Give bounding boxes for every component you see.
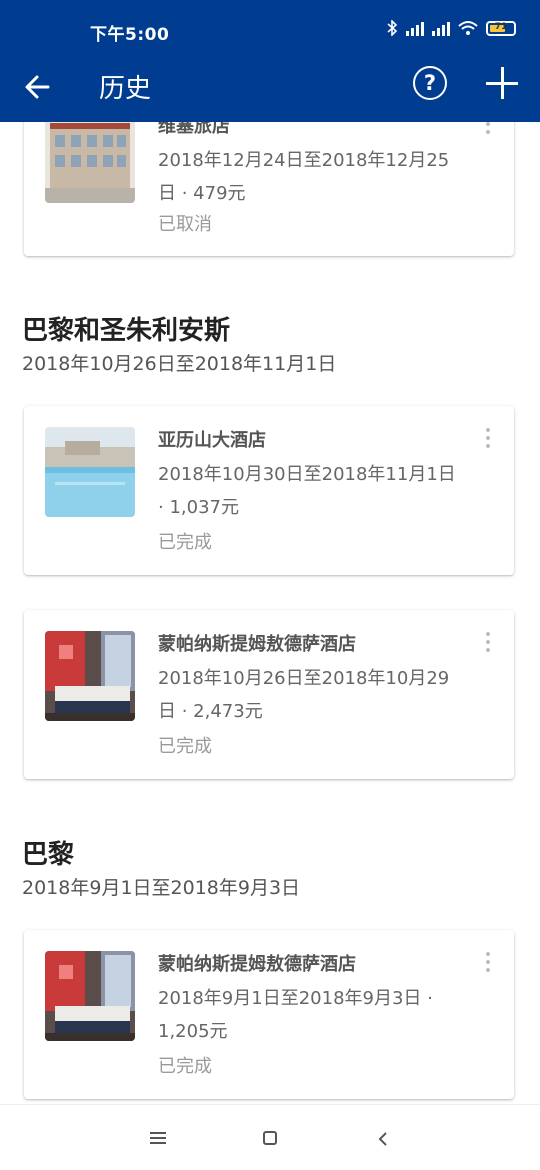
battery-icon: 71 — [486, 20, 516, 36]
bluetooth-icon — [386, 19, 398, 37]
booking-status: 已完成 — [158, 1056, 212, 1077]
hotel-image-building — [45, 113, 135, 203]
top-bar: 下午5:00 71 历史 ? — [0, 0, 540, 122]
app-bar: 历史 ? — [0, 62, 540, 122]
hotel-name: 蒙帕纳斯提姆敖德萨酒店 — [158, 954, 356, 975]
trip-title: 巴黎 — [22, 840, 75, 870]
hotel-image-pool — [45, 427, 135, 517]
arrow-left-icon[interactable] — [22, 66, 56, 106]
trip-dates: 2018年10月26日至2018年11月1日 — [22, 353, 337, 375]
booking-dates-price: 2018年10月30日至2018年11月1日 · 1,037元 — [158, 464, 456, 518]
booking-dates-price: 2018年10月26日至2018年10月29日 · 2,473元 — [158, 668, 450, 722]
booking-dates-price: 2018年12月24日至2018年12月25日 · 479元 — [158, 150, 450, 204]
booking-status: 已完成 — [158, 736, 212, 757]
help-icon[interactable]: ? — [413, 66, 447, 100]
back-chevron-icon[interactable] — [376, 1131, 390, 1147]
hotel-name: 蒙帕纳斯提姆敖德萨酒店 — [158, 634, 356, 655]
signal-hd-icon — [406, 20, 424, 36]
hotel-name: 亚历山大酒店 — [158, 430, 266, 451]
signal-icon — [432, 20, 450, 36]
more-options-icon[interactable] — [482, 952, 494, 976]
hotel-image-room — [45, 631, 135, 721]
status-bar: 下午5:00 71 — [0, 0, 540, 62]
trip-title: 巴黎和圣朱利安斯 — [22, 316, 231, 346]
battery-level: 71 — [494, 21, 508, 32]
booking-status: 已取消 — [158, 214, 212, 235]
menu-icon[interactable] — [150, 1132, 166, 1144]
booking-card[interactable]: 蒙帕纳斯提姆敖德萨酒店 2018年9月1日至2018年9月3日 · 1,205元… — [24, 930, 514, 1099]
plus-icon[interactable] — [484, 64, 520, 102]
history-list[interactable]: 维塞旅店 2018年12月24日至2018年12月25日 · 479元 已取消 … — [0, 0, 540, 1104]
status-time: 下午5:00 — [90, 25, 170, 45]
booking-card[interactable]: 蒙帕纳斯提姆敖德萨酒店 2018年10月26日至2018年10月29日 · 2,… — [24, 610, 514, 779]
booking-status: 已完成 — [158, 532, 212, 553]
booking-card[interactable]: 亚历山大酒店 2018年10月30日至2018年11月1日 · 1,037元 已… — [24, 406, 514, 575]
trip-dates: 2018年9月1日至2018年9月3日 — [22, 877, 301, 899]
system-nav-bar — [0, 1104, 540, 1170]
page-title: 历史 — [99, 74, 152, 104]
wifi-icon — [458, 20, 478, 36]
booking-dates-price: 2018年9月1日至2018年9月3日 · 1,205元 — [158, 988, 433, 1042]
home-icon[interactable] — [263, 1131, 277, 1145]
more-options-icon[interactable] — [482, 632, 494, 656]
more-options-icon[interactable] — [482, 428, 494, 452]
hotel-image-room — [45, 951, 135, 1041]
